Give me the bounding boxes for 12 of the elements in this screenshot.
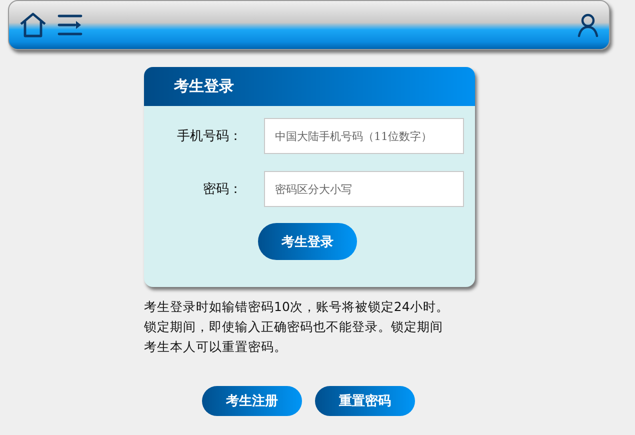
notice-text: 考生登录时如输错密码10次，账号将被锁定24小时。 锁定期间，即使输入正确密码也不能登录。锁定期间 考生本人可以重置密码。 [144, 298, 449, 356]
field-label: 手机号码： [176, 128, 242, 145]
login-button[interactable]: 考生登录 [258, 223, 357, 260]
input-field[interactable]: 中国大陆手机号码（11位数字） [264, 118, 464, 154]
input-field[interactable]: 密码区分大小写 [264, 171, 464, 207]
home-icon[interactable] [19, 12, 47, 38]
user-icon[interactable] [577, 13, 599, 37]
action-button[interactable]: 重置密码 [315, 386, 415, 416]
menu-icon[interactable] [57, 13, 83, 37]
action-button[interactable]: 考生注册 [202, 386, 302, 416]
field-label: 密码： [202, 181, 242, 198]
card-title: 考生登录 [174, 77, 234, 96]
